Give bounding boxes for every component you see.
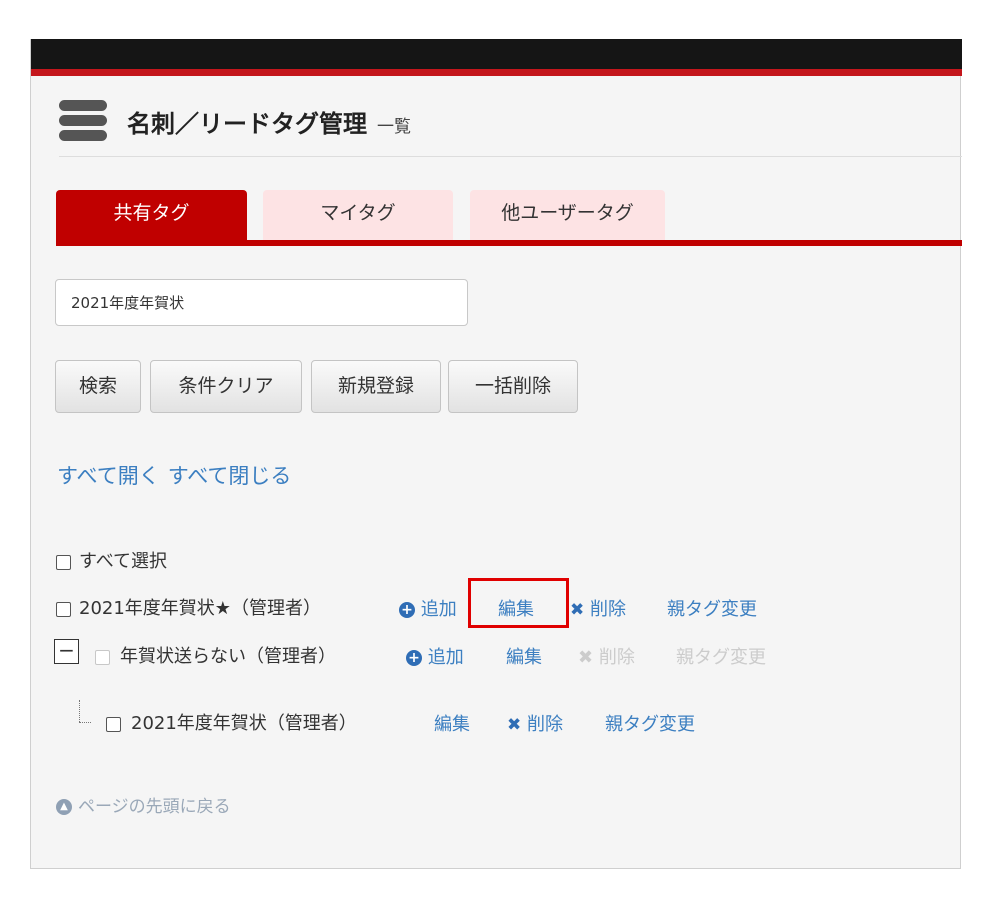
tag-change-parent-link[interactable]: 親タグ変更 — [667, 595, 757, 621]
page-subtitle: 一覧 — [377, 116, 411, 137]
tab-shared-tags[interactable]: 共有タグ — [56, 190, 247, 240]
tag-row-child: 2021年度年賀状（管理者） — [106, 709, 357, 735]
tag-row: 2021年度年賀状★（管理者） — [56, 594, 321, 620]
collapse-toggle[interactable]: − — [54, 639, 79, 664]
tag-delete-disabled: ✖ 削除 — [578, 643, 635, 669]
tag-checkbox[interactable] — [106, 716, 121, 732]
tag-name: 2021年度年賀状★ — [79, 598, 231, 619]
tag-add-label: 追加 — [427, 647, 464, 668]
tag-edit-link[interactable]: 編集 — [506, 643, 542, 669]
tag-delete-link[interactable]: ✖ 削除 — [507, 710, 563, 736]
tag-change-parent-link[interactable]: 親タグ変更 — [605, 710, 695, 736]
select-all-label: すべて選択 — [79, 551, 168, 572]
app-frame: 名刺／リードタグ管理 一覧 共有タグ マイタグ 他ユーザータグ 検索 条件クリア… — [30, 39, 962, 869]
tag-delete-label: 削除 — [589, 599, 626, 620]
new-register-button[interactable]: 新規登録 — [311, 360, 441, 413]
tag-checkbox[interactable] — [56, 601, 71, 617]
top-bar-accent — [31, 69, 962, 76]
close-icon: ✖ — [507, 715, 522, 735]
tag-checkbox-disabled — [95, 649, 110, 665]
expand-links: すべて開く すべて閉じる — [57, 460, 291, 490]
tab-my-tags[interactable]: マイタグ — [263, 190, 453, 240]
tag-add-link[interactable]: + 追加 — [406, 643, 464, 669]
tag-add-label: 追加 — [420, 599, 457, 620]
close-icon: ✖ — [570, 600, 585, 620]
database-icon — [59, 100, 107, 142]
bulk-delete-button[interactable]: 一括削除 — [448, 360, 578, 413]
tree-connector — [79, 700, 80, 722]
back-to-top-link[interactable]: ▲ ページの先頭に戻る — [56, 792, 231, 817]
tag-change-parent-disabled: 親タグ変更 — [676, 647, 766, 668]
tag-owner: （管理者） — [230, 598, 321, 619]
header-divider — [59, 156, 962, 157]
select-all-checkbox[interactable] — [56, 554, 71, 570]
open-all-link[interactable]: すべて開く — [57, 464, 160, 488]
top-bar — [31, 39, 962, 69]
highlight-box — [468, 578, 569, 628]
tag-owner: （管理者） — [266, 713, 357, 734]
tab-other-user-tags[interactable]: 他ユーザータグ — [470, 190, 665, 240]
search-button[interactable]: 検索 — [55, 360, 141, 413]
tag-owner: （管理者） — [246, 646, 336, 667]
close-icon: ✖ — [578, 647, 594, 668]
select-all-row: すべて選択 — [56, 547, 167, 573]
tag-name: 年賀状送らない — [120, 646, 246, 667]
tag-add-link[interactable]: + 追加 — [399, 595, 457, 621]
tag-delete-label: 削除 — [526, 714, 563, 735]
tag-row-parent: 年賀状送らない（管理者） — [95, 642, 336, 668]
tree-connector — [79, 722, 91, 723]
chevron-up-icon: ▲ — [56, 799, 72, 815]
page-header: 名刺／リードタグ管理 一覧 — [59, 100, 411, 142]
tag-delete-label: 削除 — [598, 647, 635, 668]
plus-circle-icon: + — [406, 650, 422, 666]
tag-edit-link[interactable]: 編集 — [434, 710, 470, 736]
tag-name: 2021年度年賀状 — [131, 713, 267, 734]
back-to-top-label: ページの先頭に戻る — [78, 797, 231, 817]
page-title: 名刺／リードタグ管理 — [127, 109, 367, 138]
search-input[interactable] — [55, 279, 468, 326]
plus-circle-icon: + — [399, 602, 415, 618]
clear-conditions-button[interactable]: 条件クリア — [150, 360, 302, 413]
close-all-link[interactable]: すべて閉じる — [168, 464, 292, 488]
tab-underline — [56, 240, 962, 246]
tag-delete-link[interactable]: ✖ 削除 — [570, 595, 626, 621]
